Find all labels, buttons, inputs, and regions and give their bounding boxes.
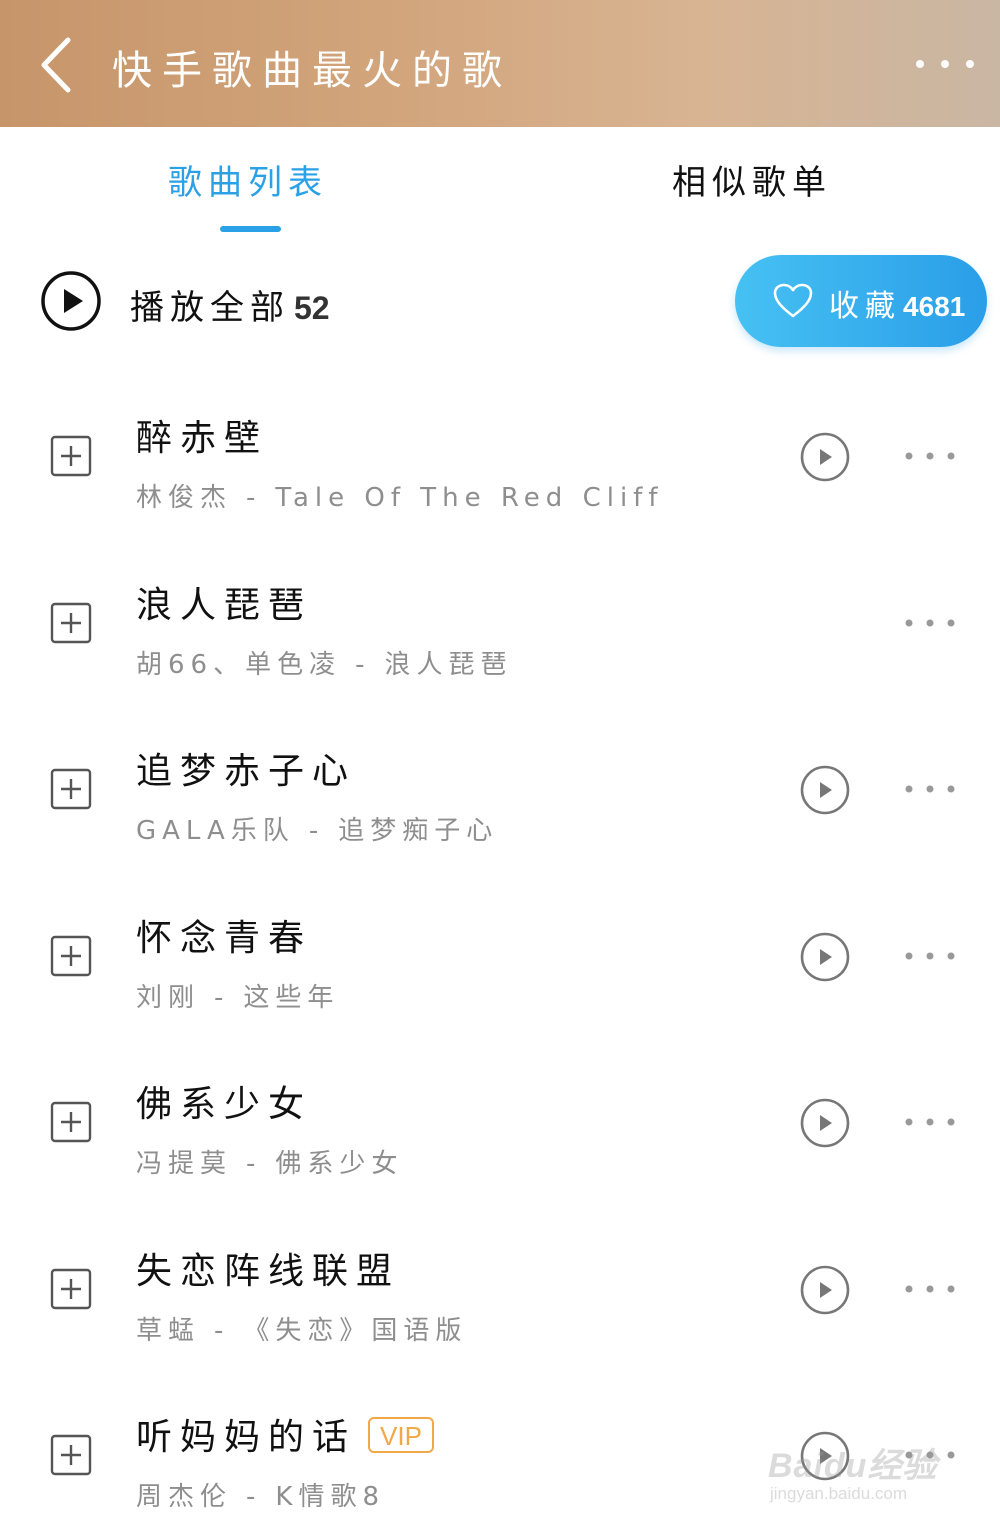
add-square-icon[interactable] bbox=[50, 768, 92, 810]
song-row[interactable]: 追梦赤子心 GALA乐队 - 追梦痴子心 bbox=[0, 706, 1000, 873]
add-square-icon[interactable] bbox=[50, 1101, 92, 1143]
song-row[interactable]: 浪人琵琶 胡66、单色凌 - 浪人琵琶 bbox=[0, 540, 1000, 707]
separator: - bbox=[246, 483, 262, 513]
more-dots-icon[interactable] bbox=[898, 778, 962, 800]
song-title: 佛系少女 bbox=[136, 1084, 313, 1125]
song-title: 怀念青春 bbox=[136, 917, 313, 959]
separator: - bbox=[308, 816, 325, 846]
separator: - bbox=[355, 649, 371, 680]
play-all-row: 播放全部 52 收藏4681 bbox=[0, 250, 1000, 350]
active-tab-indicator bbox=[220, 226, 281, 232]
song-artist: 冯提莫 bbox=[136, 1149, 233, 1179]
more-dots-icon[interactable] bbox=[898, 945, 962, 967]
song-row[interactable]: 怀念青春 刘刚 - 这些年 bbox=[0, 873, 1000, 1040]
play-circle-icon[interactable] bbox=[799, 1430, 851, 1482]
song-row[interactable]: 佛系少女 冯提莫 - 佛系少女 bbox=[0, 1039, 1000, 1206]
song-count: 52 bbox=[294, 290, 330, 326]
play-circle-icon[interactable] bbox=[799, 1097, 851, 1149]
collect-text: 收藏 bbox=[829, 289, 901, 324]
song-artist: 周杰伦 bbox=[136, 1482, 233, 1512]
separator: - bbox=[214, 1315, 230, 1346]
song-album: 追梦痴子心 bbox=[338, 816, 499, 846]
song-album: 《失恋》国语版 bbox=[243, 1315, 468, 1346]
more-dots-icon[interactable] bbox=[898, 1111, 962, 1133]
chevron-left-icon bbox=[41, 37, 71, 93]
collect-count: 4681 bbox=[903, 291, 966, 322]
add-square-icon[interactable] bbox=[50, 1434, 92, 1476]
song-artist: 草蜢 bbox=[136, 1315, 201, 1346]
song-title: 听妈妈的话 VIP bbox=[136, 1408, 434, 1460]
song-subtitle: 刘刚 - 这些年 bbox=[136, 977, 339, 1014]
song-list: 醉赤壁 林俊杰 - Tale Of The Red Cliff 浪人琵琶 胡66、单… bbox=[0, 373, 1000, 1531]
back-button[interactable] bbox=[32, 30, 82, 100]
song-album: Tale Of The Red Cliff bbox=[275, 483, 664, 513]
collect-button[interactable]: 收藏4681 bbox=[735, 255, 987, 347]
song-title-text: 听妈妈的话 bbox=[136, 1417, 357, 1458]
more-dots-icon[interactable] bbox=[898, 1278, 962, 1300]
song-title: 失恋阵线联盟 bbox=[136, 1250, 401, 1292]
vip-badge: VIP bbox=[368, 1417, 434, 1453]
heart-outline-icon bbox=[773, 283, 813, 318]
song-album: 浪人琵琶 bbox=[384, 649, 513, 680]
play-circle-icon[interactable] bbox=[799, 431, 851, 483]
song-row[interactable]: 醉赤壁 林俊杰 - Tale Of The Red Cliff bbox=[0, 373, 1000, 540]
separator: - bbox=[246, 1482, 262, 1512]
page-title: 快手歌曲最火的歌 bbox=[112, 48, 512, 94]
play-all-button[interactable] bbox=[40, 270, 102, 332]
song-title: 醉赤壁 bbox=[136, 418, 269, 459]
add-square-icon[interactable] bbox=[50, 435, 92, 477]
song-artist: 胡66、单色凌 bbox=[136, 649, 342, 680]
song-album: 佛系少女 bbox=[275, 1149, 404, 1179]
tab-song-list[interactable]: 歌曲列表 bbox=[168, 155, 328, 204]
song-artist: 刘刚 bbox=[136, 982, 201, 1013]
song-row[interactable]: 失恋阵线联盟 草蜢 - 《失恋》国语版 bbox=[0, 1206, 1000, 1373]
tab-similar-playlists[interactable]: 相似歌单 bbox=[672, 155, 832, 204]
song-artist: GALA乐队 bbox=[136, 816, 295, 846]
add-square-icon[interactable] bbox=[50, 602, 92, 644]
separator: - bbox=[246, 1149, 262, 1179]
song-subtitle: 草蜢 - 《失恋》国语版 bbox=[136, 1310, 467, 1347]
separator: - bbox=[214, 982, 230, 1013]
song-title: 浪人琵琶 bbox=[136, 584, 313, 626]
song-subtitle: 胡66、单色凌 - 浪人琵琶 bbox=[136, 644, 513, 681]
add-square-icon[interactable] bbox=[50, 935, 92, 977]
play-circle-icon bbox=[41, 271, 101, 331]
collect-label: 收藏4681 bbox=[829, 281, 965, 325]
more-options-button[interactable] bbox=[910, 44, 980, 84]
top-bar: 快手歌曲最火的歌 bbox=[0, 0, 1000, 127]
play-all-label[interactable]: 播放全部 52 bbox=[130, 280, 330, 329]
song-subtitle: 周杰伦 - K情歌8 bbox=[136, 1476, 385, 1513]
add-square-icon[interactable] bbox=[50, 1268, 92, 1310]
song-artist: 林俊杰 bbox=[136, 483, 233, 513]
play-circle-icon[interactable] bbox=[799, 764, 851, 816]
song-row[interactable]: 听妈妈的话 VIP 周杰伦 - K情歌8 bbox=[0, 1372, 1000, 1531]
more-dots-icon[interactable] bbox=[898, 612, 962, 634]
play-all-text: 播放全部 bbox=[130, 288, 290, 328]
more-dots-icon bbox=[916, 60, 974, 68]
song-subtitle: 冯提莫 - 佛系少女 bbox=[136, 1143, 403, 1180]
more-dots-icon[interactable] bbox=[898, 1444, 962, 1466]
play-circle-icon[interactable] bbox=[799, 1264, 851, 1316]
play-circle-icon[interactable] bbox=[799, 931, 851, 983]
tab-bar: 歌曲列表 相似歌单 bbox=[0, 127, 1000, 237]
song-title: 追梦赤子心 bbox=[136, 751, 357, 792]
song-album: K情歌8 bbox=[275, 1482, 385, 1512]
song-subtitle: 林俊杰 - Tale Of The Red Cliff bbox=[136, 477, 663, 514]
more-dots-icon[interactable] bbox=[898, 445, 962, 467]
song-album: 这些年 bbox=[243, 982, 340, 1013]
song-subtitle: GALA乐队 - 追梦痴子心 bbox=[136, 810, 498, 847]
